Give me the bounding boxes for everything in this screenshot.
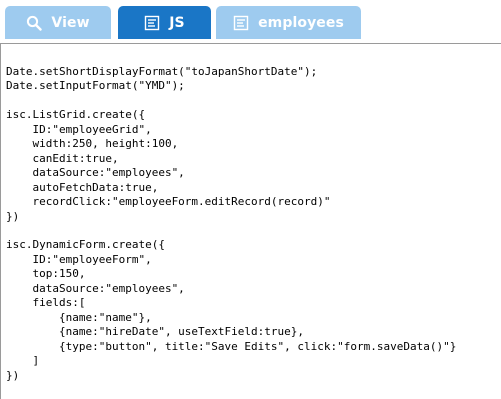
- search-icon: [26, 15, 43, 31]
- code-line: {name:"name"},: [6, 310, 152, 324]
- code-block: Date.setShortDisplayFormat("toJapanShort…: [6, 65, 456, 383]
- code-line: Date.setInputFormat("YMD");: [6, 79, 185, 93]
- datasource-file-icon: [233, 15, 249, 31]
- tab-employees-label: employees: [258, 14, 344, 31]
- tab-employees[interactable]: employees: [216, 6, 361, 39]
- code-line: {name:"hireDate", useTextField:true},: [6, 325, 305, 339]
- code-line: Date.setShortDisplayFormat("toJapanShort…: [6, 65, 318, 78]
- tab-view-label: View: [51, 14, 90, 31]
- code-line: isc.DynamicForm.create({: [6, 238, 165, 252]
- code-line: recordClick:"employeeForm.editRecord(rec…: [6, 195, 331, 209]
- code-line: dataSource:"employees",: [6, 166, 185, 180]
- code-line: ID:"employeeForm",: [6, 252, 152, 266]
- code-line: fields:[: [6, 296, 86, 310]
- js-file-icon: [144, 15, 160, 31]
- code-line: isc.ListGrid.create({: [6, 108, 146, 122]
- code-line: }): [6, 209, 20, 223]
- page: View JS employees Date.setShortDisplayFo…: [0, 0, 501, 399]
- code-line: width:250, height:100,: [6, 137, 179, 151]
- tab-view[interactable]: View: [5, 6, 111, 39]
- code-line: dataSource:"employees",: [6, 281, 185, 295]
- tab-js-label: JS: [169, 14, 185, 31]
- code-line: top:150,: [6, 267, 86, 281]
- tab-bar: View JS employees: [0, 0, 501, 40]
- code-line: }): [6, 368, 20, 382]
- code-line: autoFetchData:true,: [6, 180, 159, 194]
- code-line: ID:"employeeGrid",: [6, 122, 152, 136]
- code-line: {type:"button", title:"Save Edits", clic…: [6, 339, 457, 353]
- tab-js[interactable]: JS: [118, 6, 211, 39]
- code-line: canEdit:true,: [6, 151, 119, 165]
- code-line: ]: [6, 354, 40, 368]
- code-panel[interactable]: Date.setShortDisplayFormat("toJapanShort…: [0, 43, 501, 399]
